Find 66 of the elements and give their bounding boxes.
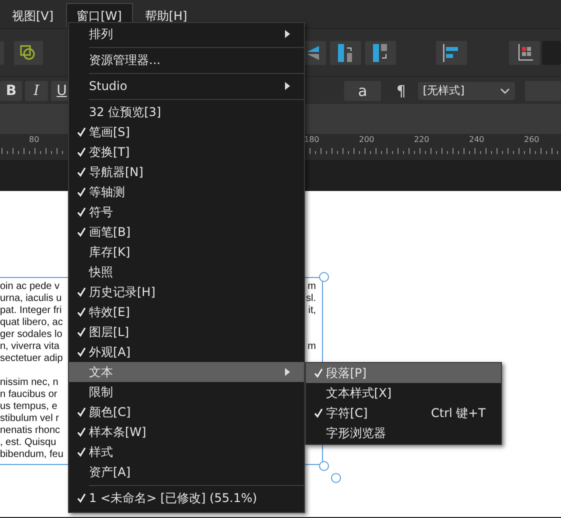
check-icon: [314, 368, 323, 378]
ruler-label: 80: [29, 135, 40, 144]
menu-item[interactable]: 资产[A]: [69, 462, 304, 482]
menu-item[interactable]: 文本: [69, 362, 304, 382]
style-dropdown[interactable]: [无样式]: [418, 82, 516, 100]
document-text: urna, iaculis u: [0, 293, 62, 305]
menu-item[interactable]: 等轴测: [69, 182, 304, 202]
menu-item[interactable]: 字符[C] Ctrl 键+T: [306, 403, 501, 423]
document-text: nenatis rhonc: [0, 425, 60, 437]
menu-item[interactable]: 字形浏览器: [306, 423, 501, 443]
ruler-ticks: [0, 148, 66, 154]
menu-item[interactable]: 库存[K]: [69, 242, 304, 262]
menu-item[interactable]: 画笔[B]: [69, 222, 304, 242]
document-text: bibendum, feu: [0, 449, 64, 461]
ruler-label: 240: [469, 135, 484, 144]
document-text: pat. Integer fri: [0, 305, 62, 317]
menu-item[interactable]: 变换[T]: [69, 142, 304, 162]
menu-item[interactable]: 样本条[W]: [69, 422, 304, 442]
ruler-label: 200: [359, 135, 374, 144]
document-text: n faucibus or: [0, 389, 58, 401]
menu-item[interactable]: 文本样式[X]: [306, 383, 501, 403]
menu-item[interactable]: 历史记录[H]: [69, 282, 304, 302]
toolbar-button[interactable]: [14, 40, 43, 64]
menu-bar-item[interactable]: 视图[V]: [2, 4, 64, 28]
menu-item[interactable]: 段落[P]: [306, 363, 501, 383]
menu-item[interactable]: 1 <未命名> [已修改] (55.1%): [69, 488, 304, 508]
check-icon: [77, 493, 86, 503]
document-text: quat libero, ac: [0, 317, 63, 329]
check-icon: [314, 408, 323, 418]
menu-item[interactable]: 符号: [69, 202, 304, 222]
document-text: , est. Quisqu: [0, 437, 56, 449]
menu-item[interactable]: 资源管理器...: [69, 50, 304, 70]
document-text: oin ac pede v: [0, 281, 60, 293]
menu-item[interactable]: 颜色[C]: [69, 402, 304, 422]
document-text: us tempus, e: [0, 401, 58, 413]
document-text: ger sodales lo: [0, 329, 62, 341]
chevron-icon: [500, 88, 510, 94]
align-icon: [307, 46, 320, 60]
toolbar-button[interactable]: [364, 40, 396, 64]
menu-item[interactable]: 特效[E]: [69, 302, 304, 322]
document-text: m: [308, 341, 316, 353]
document-text: sl.: [306, 293, 316, 305]
italic-button[interactable]: I: [25, 80, 48, 100]
menu-item[interactable]: 限制: [69, 382, 304, 402]
ruler-label: 180: [304, 135, 320, 144]
menu-item[interactable]: 笔画[S]: [69, 122, 304, 142]
frame-handle[interactable]: [319, 272, 329, 282]
document-text: it,: [308, 305, 316, 317]
toolbar-button[interactable]: [508, 40, 540, 64]
menu-item[interactable]: 导航器[N]: [69, 162, 304, 182]
bold-button[interactable]: B: [0, 80, 22, 100]
menu-item[interactable]: 快照: [69, 262, 304, 282]
document-text: n, viverra vita: [0, 341, 60, 353]
document-text: m: [308, 281, 316, 293]
menu-item[interactable]: 样式: [69, 442, 304, 462]
toolbar-button[interactable]: [330, 40, 361, 64]
case-button[interactable]: a: [344, 80, 382, 100]
document-text: stibulum vel r: [0, 413, 59, 425]
menu-item[interactable]: 外观[A]: [69, 342, 304, 362]
toolbar-button[interactable]: [436, 40, 467, 64]
ruler-label: 260: [524, 135, 540, 144]
menu-item[interactable]: 图层[L]: [69, 322, 304, 342]
ruler-label: 220: [414, 135, 430, 144]
document-text: nissim nec, n: [0, 377, 58, 389]
document-text: sectetuer adip: [0, 353, 63, 365]
paragraph-button[interactable]: ¶: [396, 82, 406, 100]
